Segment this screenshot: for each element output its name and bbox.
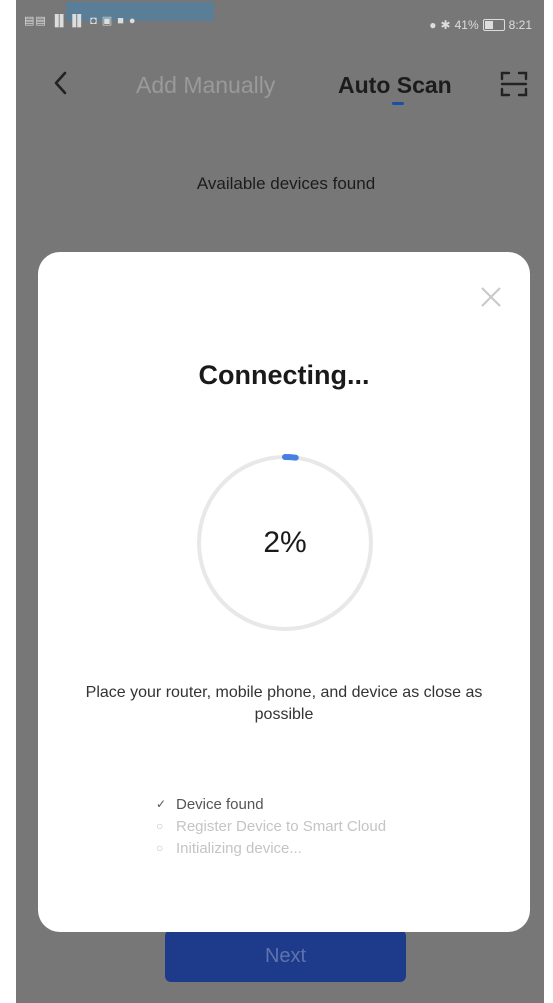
step-label: Register Device to Smart Cloud	[176, 817, 387, 835]
next-button[interactable]: Next	[165, 930, 406, 982]
status-bar: ▤▤ ▐▌▐▌ ◘ ▣ ■ ● ● ✱ 41% 8:21	[16, 0, 544, 54]
scan-button[interactable]	[500, 70, 528, 98]
step-device-found: ✓ Device found	[156, 793, 496, 815]
active-tab-indicator	[392, 102, 404, 105]
status-signal-icons: ▤▤ ▐▌▐▌ ◘ ▣ ■ ●	[24, 15, 137, 27]
pending-dot-icon: ○	[156, 819, 164, 833]
step-label: Device found	[176, 795, 264, 813]
clock-time: 8:21	[508, 18, 532, 32]
pending-dot-icon: ○	[156, 841, 164, 855]
check-icon: ✓	[156, 797, 167, 811]
dialog-title: Connecting...	[198, 360, 370, 390]
bluetooth-icon: ✱	[440, 18, 451, 32]
chevron-left-icon	[54, 71, 67, 95]
step-label: Initializing device...	[176, 839, 302, 857]
battery-percent: 41%	[454, 18, 479, 32]
close-button[interactable]	[480, 286, 502, 308]
header: Add Manually Auto Scan	[16, 56, 544, 116]
available-devices-label: Available devices found	[196, 174, 376, 193]
alarm-icon: ●	[429, 18, 437, 32]
connection-steps: ✓ Device found ○ Register Device to Smar…	[156, 793, 496, 859]
app-screen: ▤▤ ▐▌▐▌ ◘ ▣ ■ ● ● ✱ 41% 8:21 Add Manuall…	[16, 0, 544, 1003]
tab-add-manually[interactable]: Add Manually	[136, 72, 275, 99]
status-right: ● ✱ 41% 8:21	[429, 18, 532, 32]
tab-auto-scan[interactable]: Auto Scan	[338, 72, 452, 99]
battery-icon	[482, 19, 505, 31]
connecting-dialog: Connecting... 2% Place your router, mobi…	[38, 252, 530, 932]
scan-frame-icon	[500, 71, 528, 97]
back-button[interactable]	[46, 68, 76, 98]
progress-percent: 2%	[263, 526, 307, 559]
step-initializing-device: ○ Initializing device...	[156, 837, 496, 859]
step-register-device: ○ Register Device to Smart Cloud	[156, 815, 496, 837]
close-icon	[481, 287, 501, 307]
placement-hint: Place your router, mobile phone, and dev…	[85, 684, 483, 723]
